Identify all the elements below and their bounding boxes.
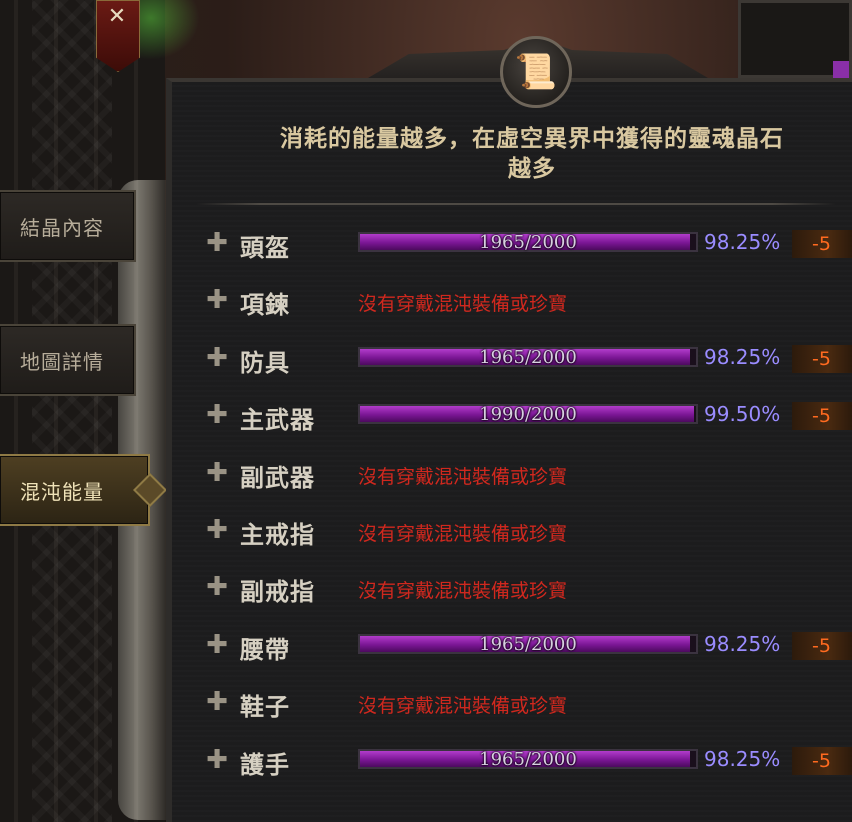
not-equipped-message: 沒有穿戴混沌裝備或珍寶 [358,580,568,602]
energy-delta-badge: -5 [792,345,852,373]
equipment-row[interactable]: ✚ 頭盔 1965/2000 98.25% -5 [200,224,852,264]
slot-name: 主武器 [240,405,315,434]
slot-name: 護手 [240,750,290,779]
equipment-row[interactable]: ✚ 副武器 沒有穿戴混沌裝備或珍寶 [200,454,852,494]
energy-percent: 98.25% [704,230,781,254]
equipment-row[interactable]: ✚ 腰帶 1965/2000 98.25% -5 [200,626,852,666]
plus-icon[interactable]: ✚ [204,632,230,658]
energy-delta-badge: -5 [792,402,852,430]
tab-label: 結晶內容 [20,215,104,240]
panel-headline: 消耗的能量越多，在虛空異界中獲得的靈魂晶石 越多 [226,124,838,184]
equipment-row[interactable]: ✚ 副戒指 沒有穿戴混沌裝備或珍寶 [200,568,852,608]
slot-name: 頭盔 [240,233,290,262]
tab-label: 地圖詳情 [20,349,104,374]
energy-bar: 1965/2000 [358,232,698,252]
energy-percent: 98.25% [704,747,781,771]
tab-map-details[interactable]: 地圖詳情 [0,324,136,396]
green-glow-effect [130,0,200,60]
equipment-row[interactable]: ✚ 鞋子 沒有穿戴混沌裝備或珍寶 [200,683,852,723]
slot-name: 防具 [240,348,290,377]
crossed-swords-icon: ✕ [107,4,127,29]
energy-percent: 98.25% [704,345,781,369]
plus-icon[interactable]: ✚ [204,460,230,486]
top-right-frame [738,0,852,79]
plus-icon[interactable]: ✚ [204,230,230,256]
plus-icon[interactable]: ✚ [204,747,230,773]
equipment-row[interactable]: ✚ 防具 1965/2000 98.25% -5 [200,339,852,379]
energy-bar-text: 1990/2000 [479,404,577,425]
energy-bar-text: 1965/2000 [479,347,577,368]
slot-name: 主戒指 [240,520,315,549]
slot-name: 項鍊 [240,290,290,319]
headline-divider [196,203,836,205]
equipment-row[interactable]: ✚ 主武器 1990/2000 99.50% -5 [200,396,852,436]
plus-icon[interactable]: ✚ [204,689,230,715]
tab-chaos-energy[interactable]: 混沌能量 [0,454,150,526]
slot-name: 副戒指 [240,577,315,606]
headline-line-1: 消耗的能量越多，在虛空異界中獲得的靈魂晶石 [280,125,784,152]
headline-line-2: 越多 [508,155,556,182]
slot-name: 副武器 [240,463,315,492]
scroll-icon: 📜 [500,36,572,108]
slot-name: 腰帶 [240,635,290,664]
energy-bar-text: 1965/2000 [479,749,577,770]
not-equipped-message: 沒有穿戴混沌裝備或珍寶 [358,523,568,545]
plus-icon[interactable]: ✚ [204,287,230,313]
equipment-row[interactable]: ✚ 主戒指 沒有穿戴混沌裝備或珍寶 [200,511,852,551]
slot-name: 鞋子 [240,692,290,721]
not-equipped-message: 沒有穿戴混沌裝備或珍寶 [358,695,568,717]
equipment-row[interactable]: ✚ 護手 1965/2000 98.25% -5 [200,741,852,781]
energy-bar: 1965/2000 [358,634,698,654]
not-equipped-message: 沒有穿戴混沌裝備或珍寶 [358,466,568,488]
energy-delta-badge: -5 [792,230,852,258]
plus-icon[interactable]: ✚ [204,402,230,428]
energy-bar: 1990/2000 [358,404,698,424]
energy-percent: 98.25% [704,632,781,656]
plus-icon[interactable]: ✚ [204,345,230,371]
energy-delta-badge: -5 [792,747,852,775]
energy-percent: 99.50% [704,402,781,426]
equipment-row[interactable]: ✚ 項鍊 沒有穿戴混沌裝備或珍寶 [200,281,852,321]
not-equipped-message: 沒有穿戴混沌裝備或珍寶 [358,293,568,315]
energy-bar-text: 1965/2000 [479,634,577,655]
energy-bar-text: 1965/2000 [479,232,577,253]
tab-crystal-contents[interactable]: 結晶內容 [0,190,136,262]
tab-label: 混沌能量 [20,479,104,504]
energy-bar: 1965/2000 [358,749,698,769]
plus-icon[interactable]: ✚ [204,574,230,600]
energy-delta-badge: -5 [792,632,852,660]
plus-icon[interactable]: ✚ [204,517,230,543]
energy-bar: 1965/2000 [358,347,698,367]
